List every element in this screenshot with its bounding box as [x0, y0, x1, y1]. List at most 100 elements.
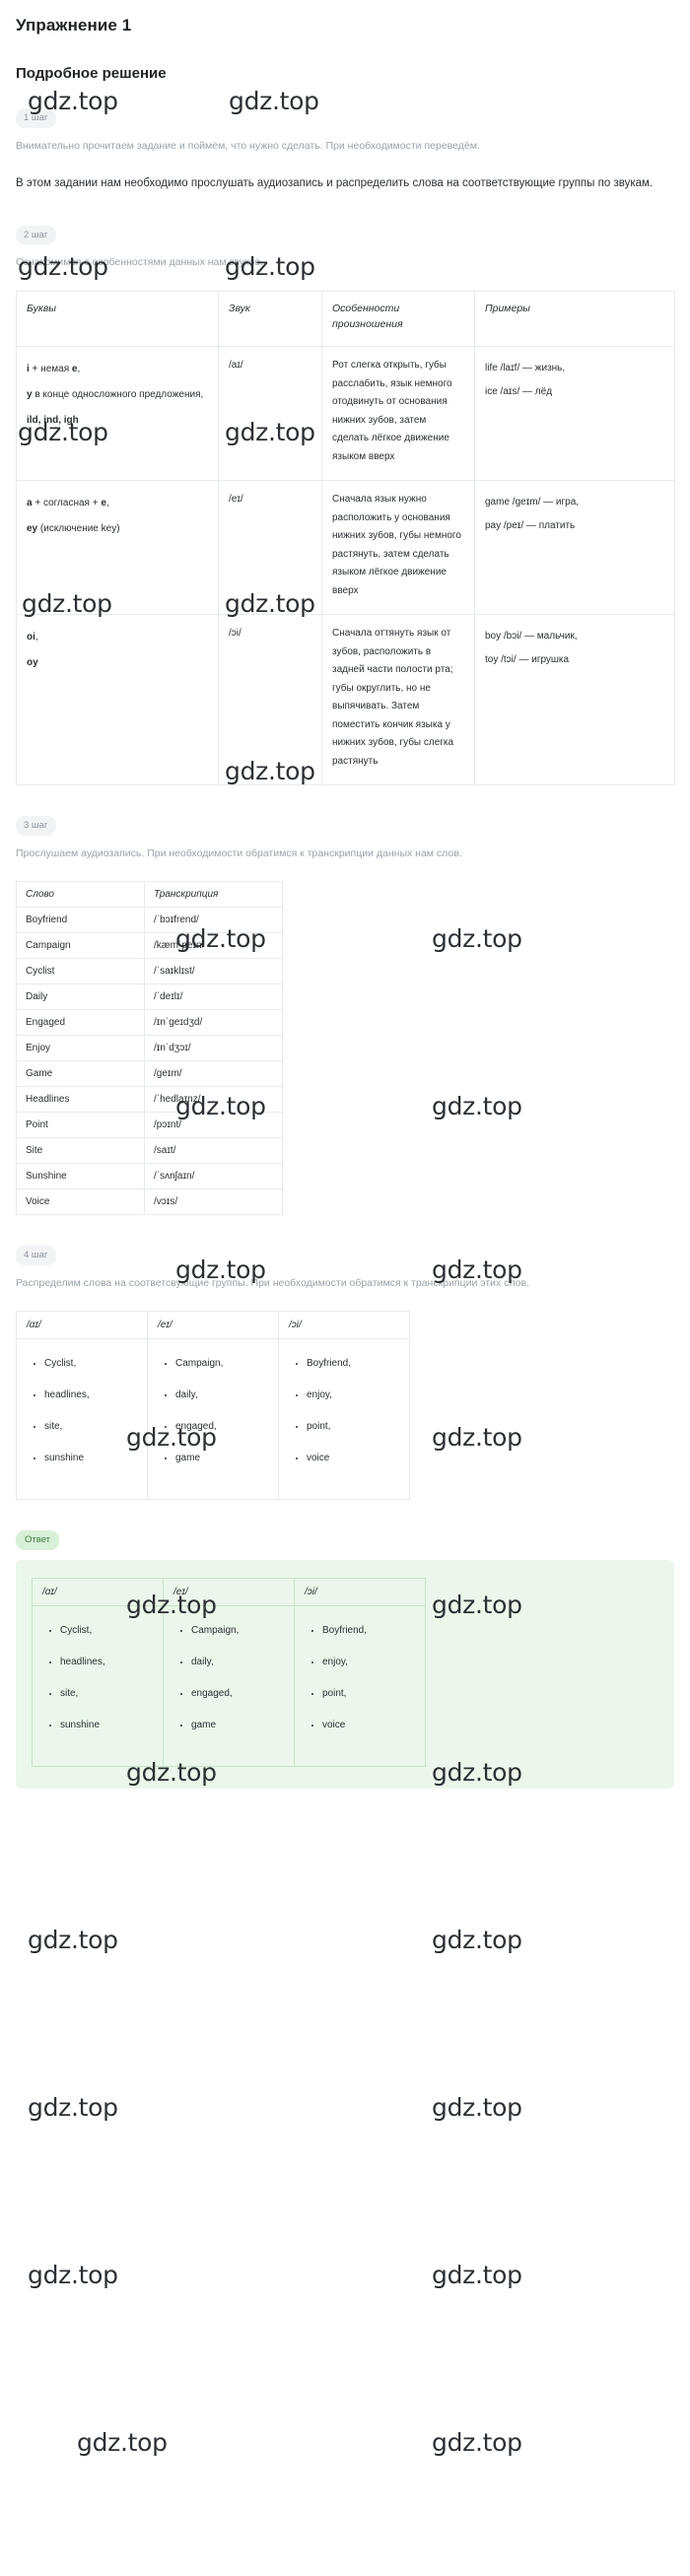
answer-groups-table: /ɑɪ/ /eɪ/ /ɔi/ Cyclist, headlines, site, su… [32, 1577, 426, 1767]
answer-badge: Ответ [16, 1530, 59, 1550]
table-row: Game/geɪm/ [16, 1060, 283, 1088]
cell-word: Game [16, 1060, 145, 1088]
sounds-table: Буквы Звук Особенности произношения Прим… [16, 290, 675, 786]
cell-letters: oi, oy [16, 614, 219, 786]
list-item: enjoy, [322, 1657, 419, 1667]
list-item: engaged, [191, 1688, 288, 1699]
cell-word: Voice [16, 1188, 145, 1216]
col-header-ai: /ɑɪ/ [16, 1311, 148, 1340]
step-4-text: Распределим слова на соответсвующие груп… [16, 1276, 530, 1289]
table-row: Headlines/ˈhedlaɪnz/ [16, 1086, 283, 1114]
cell-transcription: /geɪm/ [144, 1060, 283, 1088]
watermark-text: gdz.top [77, 2428, 168, 2457]
watermark-text: gdz.top [432, 1926, 522, 1954]
list-item: site, [60, 1688, 157, 1699]
cell-examples: boy /bɔi/ — мальчик, toy /tɔi/ — игрушка [474, 614, 675, 786]
watermark-text: gdz.top [28, 2261, 118, 2289]
col-header-ei: /eɪ/ [147, 1311, 279, 1340]
cell-group-oi: Boyfriend, enjoy, point, voice [278, 1338, 410, 1501]
col-header-examples: Примеры [474, 290, 675, 348]
step-1-task-text: В этом задании нам необходимо прослушать… [16, 176, 654, 189]
watermark-text: gdz.top [432, 924, 522, 953]
table-row: Engaged/ɪnˈgeɪdʒd/ [16, 1009, 283, 1037]
list-item: Cyclist, [60, 1625, 157, 1636]
cell-group-ai: Cyclist, headlines, site, sunshine [32, 1604, 164, 1767]
list-item: sunshine [60, 1720, 157, 1730]
cell-word: Site [16, 1137, 145, 1165]
cell-word: Daily [16, 983, 145, 1011]
table-row: Enjoy/ɪnˈdʒɔɪ/ [16, 1035, 283, 1062]
watermark-text: gdz.top [28, 2093, 118, 2122]
list-item: voice [322, 1720, 419, 1730]
list-item: Campaign, [175, 1359, 272, 1369]
table-row: Cyclist, headlines, site, sunshine Campaign… [32, 1604, 426, 1767]
word-list: Boyfriend, enjoy, point, voice [301, 1625, 419, 1730]
word-list: Cyclist, headlines, site, sunshine [38, 1625, 157, 1730]
list-item: engaged, [175, 1422, 272, 1432]
list-item: Boyfriend, [307, 1359, 403, 1369]
cell-group-ai: Cyclist, headlines, site, sunshine [16, 1338, 148, 1501]
list-item: point, [322, 1688, 419, 1699]
cell-features: Рот слегка открыть, губы расслабить, язы… [321, 346, 475, 482]
col-header-ai: /ɑɪ/ [32, 1577, 164, 1606]
cell-letters: a + согласная + e, ey (исключение key) [16, 480, 219, 616]
cell-transcription: /ɪnˈdʒɔɪ/ [144, 1035, 283, 1062]
words-table: Слово Транскрипция Boyfriend/ˈbɔɪfrend/C… [16, 881, 283, 1216]
table-row: i + немая e, y в конце односложного предл… [16, 346, 675, 482]
cell-group-oi: Boyfriend, enjoy, point, voice [294, 1604, 426, 1767]
cell-sound: /ɔi/ [218, 614, 322, 786]
list-item: daily, [175, 1390, 272, 1400]
watermark-text: gdz.top [432, 2261, 522, 2289]
cell-transcription: /ɪnˈgeɪdʒd/ [144, 1009, 283, 1037]
cell-features: Сначала язык нужно расположить у основан… [321, 480, 475, 616]
col-header-features: Особенности произношения [321, 290, 475, 348]
cell-examples: life /laɪf/ — жизнь, ice /aɪs/ — лёд [474, 346, 675, 482]
watermark-text: gdz.top [432, 1092, 522, 1120]
cell-group-ei: Campaign, daily, engaged, game [147, 1338, 279, 1501]
table-row: a + согласная + e, ey (исключение key) /e… [16, 480, 675, 616]
word-list: Campaign, daily, engaged, game [154, 1359, 272, 1463]
word-list: Cyclist, headlines, site, sunshine [23, 1359, 141, 1463]
table-row: Point/pɔɪnt/ [16, 1112, 283, 1139]
cell-word: Enjoy [16, 1035, 145, 1062]
cell-transcription: /ˈsaɪklɪst/ [144, 958, 283, 985]
groups-table: /ɑɪ/ /eɪ/ /ɔi/ Cyclist, headlines, site, su… [16, 1311, 410, 1501]
list-item: Cyclist, [44, 1359, 141, 1369]
answer-block: /ɑɪ/ /eɪ/ /ɔi/ Cyclist, headlines, site, su… [16, 1559, 674, 1789]
table-row: oi, oy /ɔi/ Сначала оттянуть язык от зубо… [16, 614, 675, 786]
cell-features: Сначала оттянуть язык от зубов, располож… [321, 614, 475, 786]
cell-word: Cyclist [16, 958, 145, 985]
cell-letters: i + немая e, y в конце односложного предл… [16, 346, 219, 482]
table-header-row: Слово Транскрипция [16, 881, 283, 909]
cell-transcription: /saɪt/ [144, 1137, 283, 1165]
col-header-word: Слово [16, 881, 145, 909]
list-item: sunshine [44, 1454, 141, 1463]
table-row: Cyclist, headlines, site, sunshine Campaign… [16, 1338, 410, 1501]
list-item: enjoy, [307, 1390, 403, 1400]
list-item: headlines, [44, 1390, 141, 1400]
cell-word: Campaign [16, 932, 145, 960]
step-2-text: Ознакомимся с особенностями данных нам з… [16, 256, 263, 269]
step-1-badge: 1 шаг [16, 108, 57, 128]
list-item: site, [44, 1422, 141, 1432]
page-title: Упражнение 1 [16, 16, 132, 34]
cell-transcription: /ˈsʌnʃaɪn/ [144, 1163, 283, 1190]
table-row: Boyfriend/ˈbɔɪfrend/ [16, 907, 283, 934]
cell-transcription: /ˈdeɪlɪ/ [144, 983, 283, 1011]
step-4-badge: 4 шаг [16, 1246, 57, 1265]
cell-transcription: /kæmˈpeɪn/ [144, 932, 283, 960]
list-item: daily, [191, 1657, 288, 1667]
list-item: game [191, 1720, 288, 1730]
table-row: Voice/vɔɪs/ [16, 1188, 283, 1216]
cell-transcription: /pɔɪnt/ [144, 1112, 283, 1139]
watermark-text: gdz.top [432, 2093, 522, 2122]
word-list: Boyfriend, enjoy, point, voice [285, 1359, 403, 1463]
list-item: Campaign, [191, 1625, 288, 1636]
cell-word: Headlines [16, 1086, 145, 1114]
col-header-ei: /eɪ/ [163, 1577, 295, 1606]
cell-transcription: /ˈbɔɪfrend/ [144, 907, 283, 934]
table-row: Sunshine/ˈsʌnʃaɪn/ [16, 1163, 283, 1190]
watermark-text: gdz.top [432, 1423, 522, 1452]
cell-sound: /aɪ/ [218, 346, 322, 482]
cell-transcription: /vɔɪs/ [144, 1188, 283, 1216]
